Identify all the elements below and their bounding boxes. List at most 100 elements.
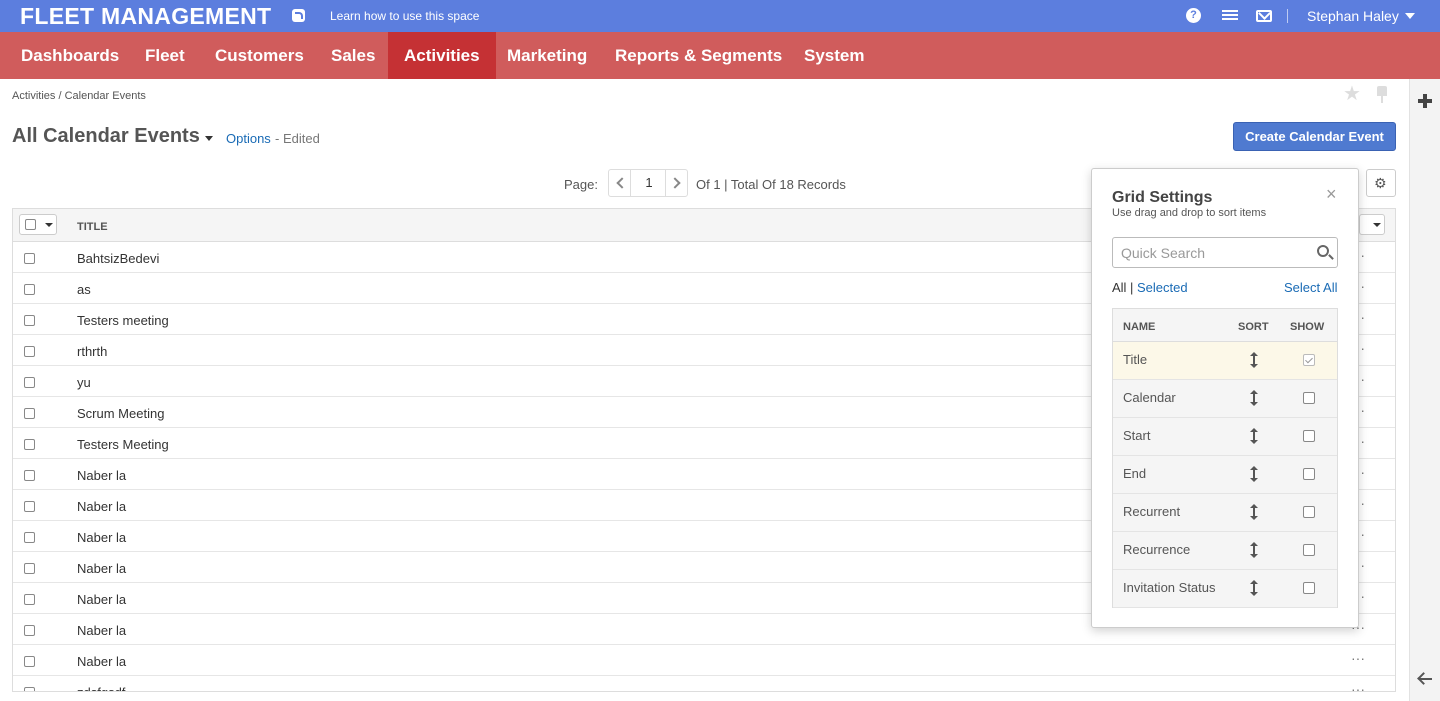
chevron-right-icon[interactable] — [665, 170, 687, 196]
column-row[interactable]: End — [1113, 456, 1337, 494]
cell-title: Naber la — [77, 530, 127, 545]
drag-handle-icon[interactable] — [1250, 352, 1258, 368]
nav-item-dashboards[interactable]: Dashboards — [5, 32, 135, 79]
user-menu[interactable]: Stephan Haley — [1307, 8, 1399, 24]
row-checkbox[interactable] — [24, 408, 35, 419]
row-checkbox[interactable] — [24, 501, 35, 512]
row-checkbox[interactable] — [24, 470, 35, 481]
row-checkbox[interactable] — [24, 594, 35, 605]
cell-title: zdsfgsdf — [77, 685, 125, 691]
select-all-checkbox[interactable] — [25, 219, 36, 230]
learn-link[interactable]: Learn how to use this space — [330, 9, 479, 23]
column-name: Recurrent — [1123, 504, 1181, 519]
nav-item-customers[interactable]: Customers — [199, 32, 320, 79]
drag-handle-icon[interactable] — [1250, 542, 1258, 558]
show-checkbox[interactable] — [1303, 544, 1315, 556]
show-checkbox[interactable] — [1303, 582, 1315, 594]
row-checkbox[interactable] — [24, 532, 35, 543]
select-all-link[interactable]: Select All — [1284, 280, 1337, 295]
drag-handle-icon[interactable] — [1250, 504, 1258, 520]
column-header-title[interactable]: TITLE — [77, 221, 108, 233]
nav-item-activities[interactable]: Activities — [388, 32, 496, 79]
caret-down-icon[interactable] — [205, 136, 213, 141]
row-checkbox[interactable] — [24, 377, 35, 388]
cell-title: yu — [77, 375, 91, 390]
create-calendar-event-button[interactable]: Create Calendar Event — [1233, 122, 1396, 151]
nav-item-system[interactable]: System — [788, 32, 880, 79]
cell-title: Testers meeting — [77, 313, 169, 328]
divider — [1287, 9, 1288, 23]
row-checkbox[interactable] — [24, 439, 35, 450]
filter-selected[interactable]: Selected — [1137, 280, 1188, 295]
mail-icon[interactable] — [1256, 10, 1272, 22]
row-checkbox[interactable] — [24, 656, 35, 667]
column-name: Start — [1123, 428, 1151, 443]
menu-icon[interactable] — [1222, 8, 1238, 24]
star-icon[interactable]: ★ — [1343, 84, 1361, 104]
actions-dropdown[interactable] — [1359, 214, 1385, 235]
row-checkbox[interactable] — [24, 284, 35, 295]
drag-handle-icon[interactable] — [1250, 390, 1258, 406]
help-icon[interactable]: ? — [1186, 8, 1201, 23]
close-icon[interactable]: × — [1326, 185, 1337, 203]
page-number-input[interactable]: 1 — [631, 170, 667, 196]
columns-table-header: NAME SORT SHOW — [1113, 309, 1337, 342]
caret-down-icon[interactable] — [45, 223, 53, 227]
show-checkbox[interactable] — [1303, 430, 1315, 442]
cell-title: BahtsizBedevi — [77, 251, 160, 266]
show-checkbox[interactable] — [1303, 506, 1315, 518]
column-name: Recurrence — [1123, 542, 1191, 557]
page-title[interactable]: All Calendar Events — [12, 125, 200, 148]
nav-item-fleet[interactable]: Fleet — [129, 32, 201, 79]
quick-search-input[interactable]: Quick Search — [1112, 237, 1338, 268]
row-checkbox[interactable] — [24, 346, 35, 357]
row-checkbox[interactable] — [24, 625, 35, 636]
chevron-down-icon[interactable] — [1405, 13, 1415, 19]
column-row[interactable]: Calendar — [1113, 380, 1337, 418]
row-checkbox[interactable] — [24, 563, 35, 574]
column-row[interactable]: Start — [1113, 418, 1337, 456]
pager: 1 — [608, 169, 688, 197]
nav-item-sales[interactable]: Sales — [315, 32, 391, 79]
options-link[interactable]: Options — [226, 131, 271, 146]
pager-info: Of 1 | Total Of 18 Records — [696, 177, 846, 192]
row-checkbox[interactable] — [24, 315, 35, 326]
quick-search-placeholder: Quick Search — [1121, 245, 1206, 261]
drag-handle-icon[interactable] — [1250, 466, 1258, 482]
breadcrumb: Activities / Calendar Events — [12, 90, 146, 102]
share-icon[interactable] — [292, 9, 305, 22]
grid-settings-button[interactable]: ⚙ — [1366, 169, 1396, 197]
drag-handle-icon[interactable] — [1250, 580, 1258, 596]
more-icon[interactable]: ··· — [1351, 681, 1365, 691]
column-name: Calendar — [1123, 390, 1176, 405]
table-row[interactable]: zdsfgsdf ··· — [13, 676, 1395, 691]
column-row[interactable]: Recurrent — [1113, 494, 1337, 532]
pin-icon[interactable] — [1376, 86, 1388, 104]
nav-item-reports-segments[interactable]: Reports & Segments — [599, 32, 798, 79]
header-show: SHOW — [1290, 321, 1325, 333]
row-checkbox[interactable] — [24, 253, 35, 264]
cell-title: Naber la — [77, 499, 127, 514]
header-sort: SORT — [1238, 321, 1269, 333]
row-checkbox[interactable] — [24, 687, 35, 691]
mass-select-dropdown[interactable] — [19, 214, 57, 235]
app-brand[interactable]: FLEET MANAGEMENT — [20, 3, 271, 30]
cell-title: Scrum Meeting — [77, 406, 165, 421]
show-checkbox[interactable] — [1303, 354, 1315, 366]
cell-title: as — [77, 282, 91, 297]
nav-item-marketing[interactable]: Marketing — [491, 32, 603, 79]
arrow-left-icon[interactable] — [1418, 672, 1432, 686]
more-icon[interactable]: ··· — [1351, 650, 1365, 666]
chevron-left-icon[interactable] — [609, 170, 631, 196]
search-icon[interactable] — [1317, 245, 1329, 257]
column-row[interactable]: Title — [1113, 342, 1337, 380]
column-row[interactable]: Recurrence — [1113, 532, 1337, 570]
show-checkbox[interactable] — [1303, 468, 1315, 480]
column-row[interactable]: Invitation Status — [1113, 570, 1337, 608]
cell-title: Naber la — [77, 623, 127, 638]
table-row[interactable]: Naber la ··· — [13, 645, 1395, 676]
filter-all[interactable]: All | — [1112, 280, 1133, 295]
show-checkbox[interactable] — [1303, 392, 1315, 404]
drag-handle-icon[interactable] — [1250, 428, 1258, 444]
plus-icon[interactable] — [1418, 94, 1432, 108]
